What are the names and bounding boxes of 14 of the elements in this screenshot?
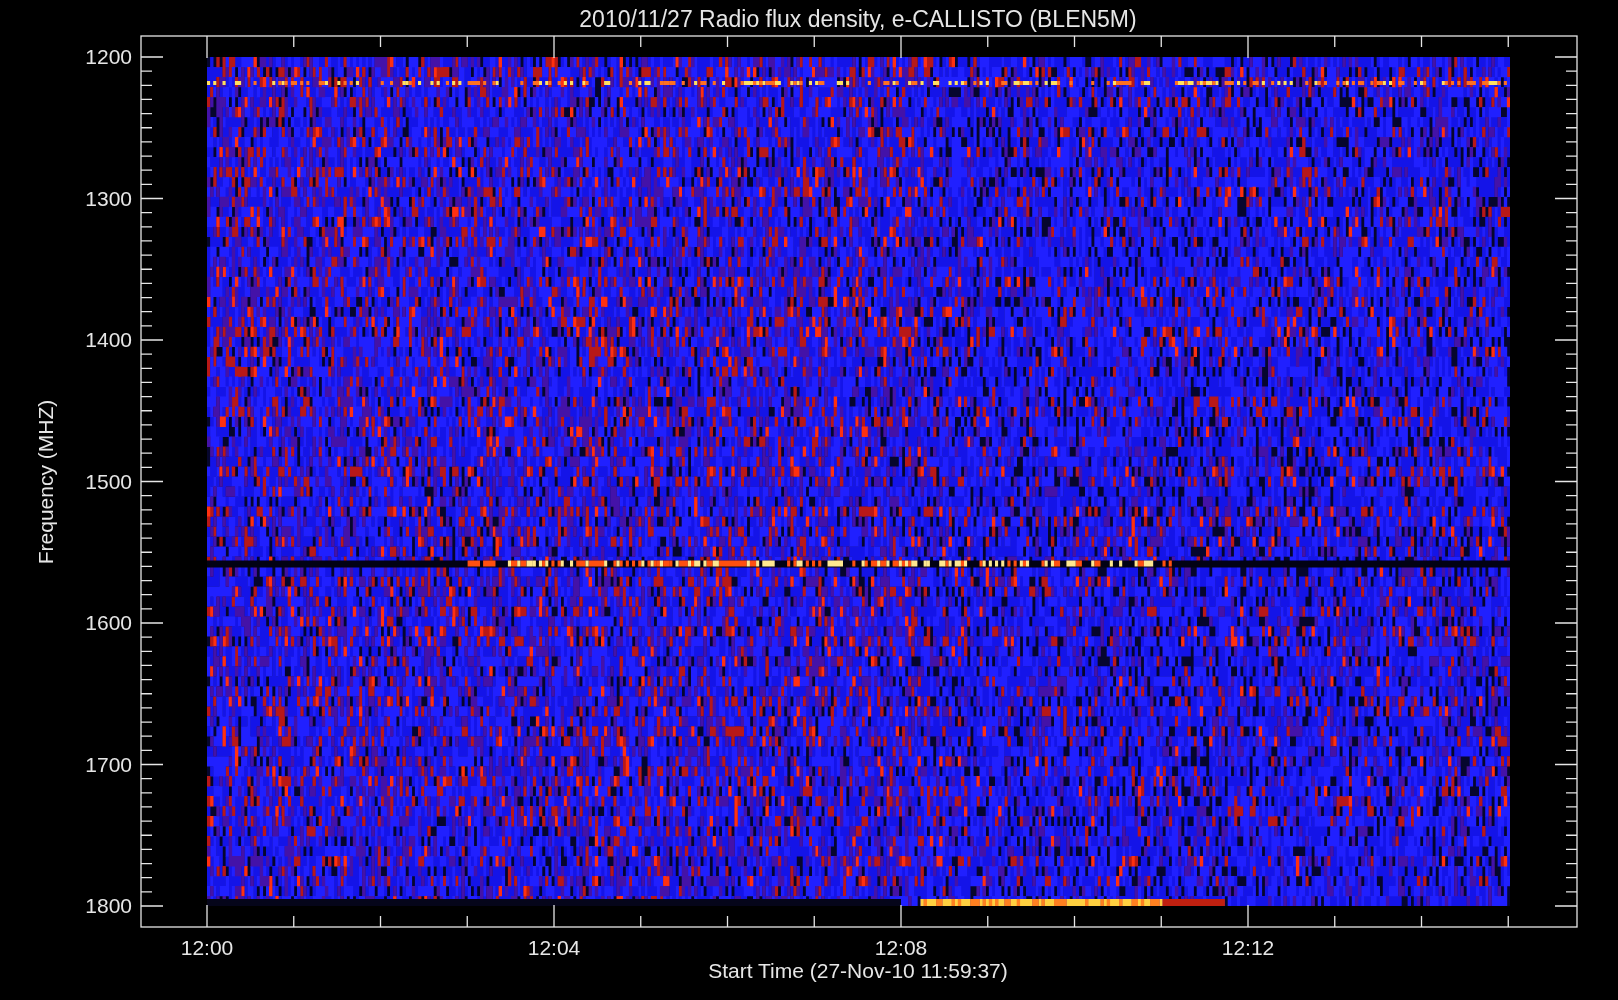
y-tick-label: 1700: [85, 752, 132, 776]
y-tick-label: 1300: [85, 186, 132, 210]
y-tick-label: 1800: [85, 894, 132, 917]
y-tick-label: 1200: [85, 45, 132, 68]
x-tick-label: 12:08: [874, 936, 928, 959]
y-tick-label: 1500: [85, 469, 132, 493]
x-tick-label: 12:04: [527, 936, 581, 959]
y-axis-label: Frequency (MHZ): [34, 399, 57, 565]
x-tick-label: 12:12: [1221, 936, 1275, 959]
x-tick-label: 12:00: [180, 936, 234, 959]
y-tick-label: 1400: [85, 328, 132, 351]
y-tick-label: 1600: [85, 611, 132, 634]
x-axis-label: Start Time (27-Nov-10 11:59:37): [708, 959, 1008, 982]
chart-title: 2010/11/27 Radio flux density, e-CALLISTO (BLEN5M): [579, 6, 1137, 32]
